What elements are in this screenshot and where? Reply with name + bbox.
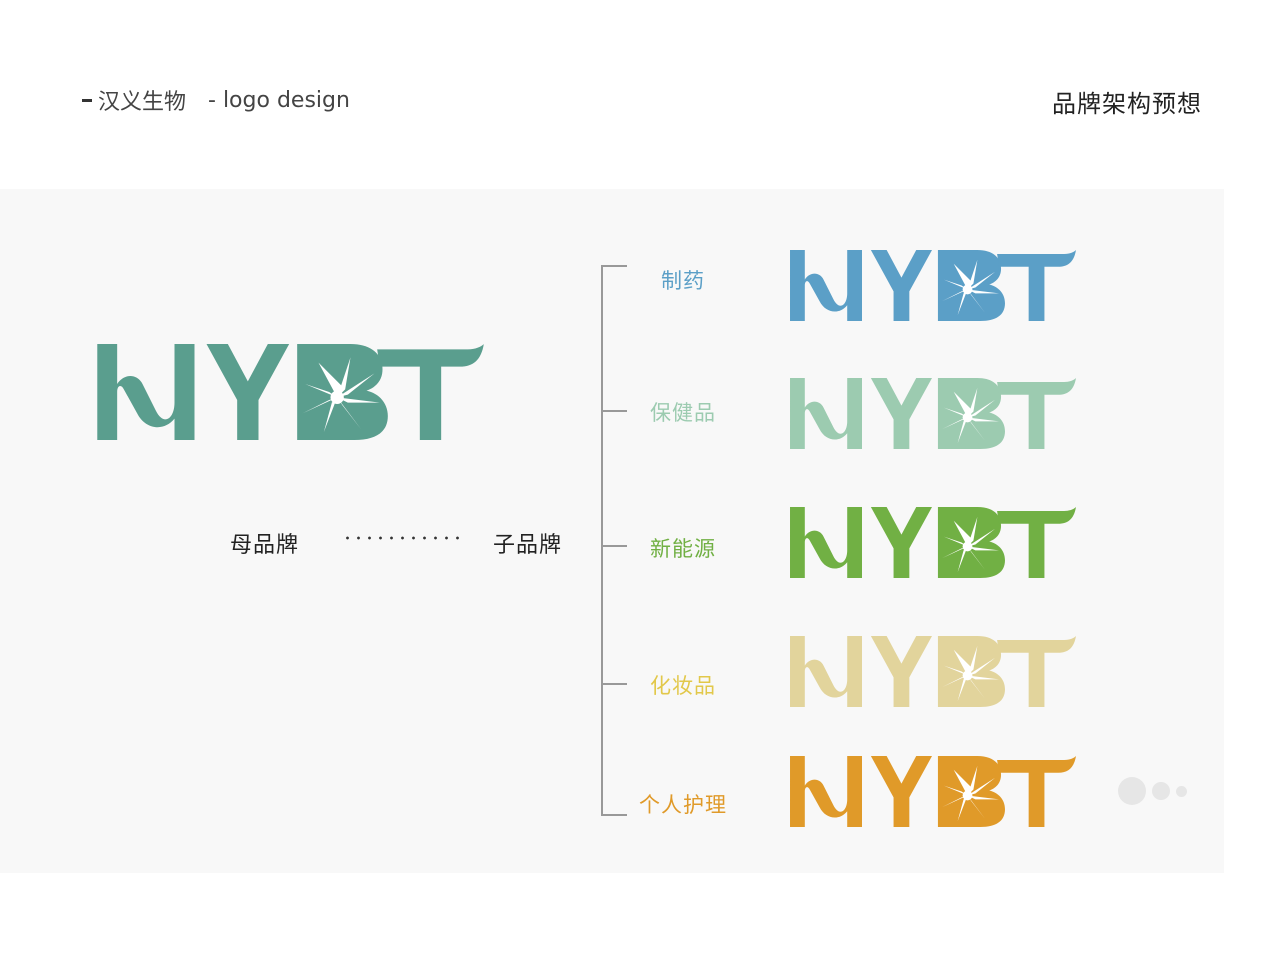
sub-brand-label-cosmetics: 化妆品: [650, 674, 716, 698]
parent-brand-logo: [93, 344, 488, 440]
sub-brand-logo-cosmetics: [790, 636, 1076, 707]
parent-brand-label: 母品牌: [230, 533, 300, 558]
sub-brand-logo-personal-care: [790, 756, 1076, 827]
tree-vertical-line: [601, 265, 603, 816]
header-left: 汉义生物 - logo design: [82, 84, 350, 116]
pager-dots: [1118, 777, 1193, 805]
page-title: 品牌架构预想: [1052, 90, 1202, 118]
sub-brand-logo-energy: [790, 507, 1076, 578]
child-brand-label: 子品牌: [493, 533, 563, 558]
sub-brand-label-pharma: 制药: [661, 269, 705, 293]
header-subtitle: - logo design: [208, 87, 350, 113]
tree-branch: [601, 683, 627, 685]
title-dash: [82, 98, 92, 102]
sub-brand-label-health: 保健品: [650, 401, 716, 425]
tree-branch: [601, 265, 627, 267]
sub-brand-logo-pharma: [790, 250, 1076, 321]
company-name: 汉义生物: [98, 90, 187, 115]
pager-dot[interactable]: [1118, 777, 1146, 805]
sub-brand-logo-health: [790, 378, 1076, 449]
pager-dot[interactable]: [1176, 785, 1187, 797]
sub-brand-label-personal-care: 个人护理: [639, 793, 727, 817]
tree-branch: [601, 814, 627, 816]
sub-brand-label-energy: 新能源: [650, 537, 716, 561]
dotted-connector: [342, 536, 462, 540]
tree-branch: [601, 545, 627, 547]
pager-dot[interactable]: [1152, 782, 1170, 800]
tree-branch: [601, 410, 627, 412]
